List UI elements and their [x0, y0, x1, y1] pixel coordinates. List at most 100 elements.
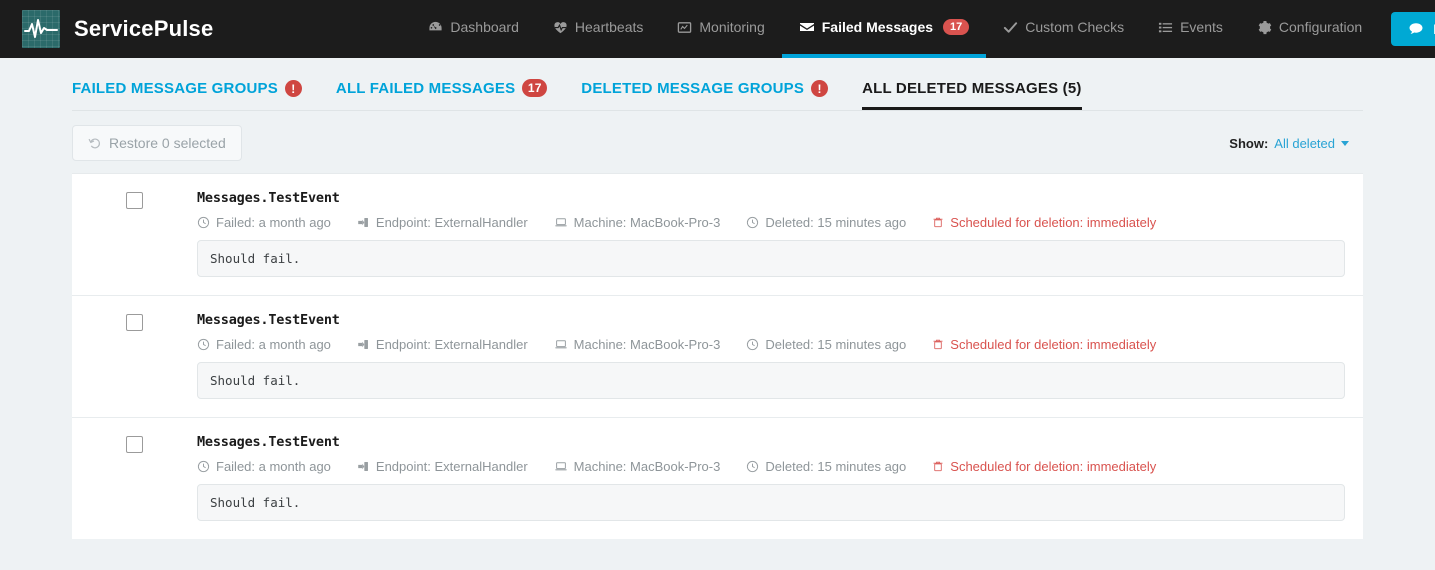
nav-item-heartbeats[interactable]: Heartbeats	[536, 0, 660, 58]
meta-scheduled-deletion: Scheduled for deletion: immediately	[932, 215, 1156, 230]
meta-deleted-text: Deleted: 15 minutes ago	[765, 337, 907, 352]
nav-item-failed-messages[interactable]: Failed Messages 17	[781, 0, 987, 58]
nav-label: Heartbeats	[574, 19, 644, 35]
meta-deleted-text: Deleted: 15 minutes ago	[765, 459, 907, 474]
sub-tab-label: ALL DELETED MESSAGES (5)	[862, 80, 1082, 97]
nav-item-events[interactable]: Events	[1141, 0, 1240, 58]
sub-tab-all-failed-messages[interactable]: ALL FAILED MESSAGES 17	[335, 79, 548, 110]
message-type-title: Messages.TestEvent	[197, 434, 340, 450]
meta-machine-text: Machine: MacBook-Pro-3	[573, 459, 721, 474]
laptop-icon	[554, 338, 568, 351]
nav-label: Failed Messages	[821, 19, 934, 35]
meta-endpoint-text: Endpoint: ExternalHandler	[375, 215, 528, 230]
meta-scheduled-deletion: Scheduled for deletion: immediately	[932, 459, 1156, 474]
show-filter-value: All deleted	[1274, 135, 1335, 151]
heartbeat-icon	[553, 20, 568, 35]
meta-scheduled-text: Scheduled for deletion: immediately	[950, 459, 1157, 474]
row-select-cell	[72, 190, 197, 209]
meta-failed-text: Failed: a month ago	[216, 337, 331, 352]
meta-deleted: Deleted: 15 minutes ago	[746, 459, 906, 474]
chevron-down-icon	[1341, 140, 1349, 146]
nav-item-monitoring[interactable]: Monitoring	[660, 0, 781, 58]
nav-label: Events	[1180, 19, 1223, 35]
row-body: Messages.TestEvent Failed: a month ago E…	[197, 190, 1363, 277]
sub-tab-all-deleted-messages[interactable]: ALL DELETED MESSAGES (5)	[862, 80, 1082, 110]
laptop-icon	[554, 216, 568, 229]
undo-arrow-icon	[88, 136, 102, 150]
laptop-icon	[554, 460, 568, 473]
meta-endpoint: Endpoint: ExternalHandler	[357, 337, 528, 352]
clock-icon	[746, 338, 759, 351]
meta-machine: Machine: MacBook-Pro-3	[554, 215, 721, 230]
endpoint-signin-icon	[357, 338, 370, 351]
alert-badge: !	[811, 80, 829, 97]
clock-icon	[197, 338, 210, 351]
brand-name: ServicePulse	[74, 16, 214, 41]
message-metadata: Failed: a month ago Endpoint: ExternalHa…	[197, 459, 1345, 474]
trash-icon	[932, 338, 944, 351]
sub-tab-failed-message-groups[interactable]: FAILED MESSAGE GROUPS !	[72, 80, 302, 110]
monitor-screen-icon	[677, 20, 692, 35]
row-body: Messages.TestEvent Failed: a month ago E…	[197, 312, 1363, 399]
row-body: Messages.TestEvent Failed: a month ago E…	[197, 434, 1363, 521]
meta-failed-text: Failed: a month ago	[216, 459, 331, 474]
brand[interactable]: ServicePulse	[0, 0, 213, 58]
clock-icon	[746, 460, 759, 473]
meta-machine-text: Machine: MacBook-Pro-3	[573, 337, 721, 352]
nav-label: Dashboard	[450, 19, 519, 35]
alert-badge: !	[284, 80, 302, 97]
feedback-button[interactable]: Feedback	[1391, 12, 1435, 46]
message-type-title: Messages.TestEvent	[197, 190, 340, 206]
clock-icon	[197, 460, 210, 473]
trash-icon	[932, 460, 944, 473]
nav-label: Monitoring	[699, 19, 765, 35]
meta-scheduled-deletion: Scheduled for deletion: immediately	[932, 337, 1156, 352]
error-message-box: Should fail.	[197, 240, 1345, 277]
meta-scheduled-text: Scheduled for deletion: immediately	[950, 215, 1157, 230]
sub-tab-label: FAILED MESSAGE GROUPS	[72, 80, 278, 97]
row-checkbox[interactable]	[126, 436, 143, 453]
meta-failed: Failed: a month ago	[197, 215, 331, 230]
meta-endpoint: Endpoint: ExternalHandler	[357, 215, 528, 230]
message-metadata: Failed: a month ago Endpoint: ExternalHa…	[197, 215, 1345, 230]
meta-deleted: Deleted: 15 minutes ago	[746, 215, 906, 230]
show-filter-dropdown[interactable]: All deleted	[1274, 136, 1349, 151]
meta-failed: Failed: a month ago	[197, 459, 331, 474]
gear-icon	[1257, 20, 1272, 35]
endpoint-signin-icon	[357, 460, 370, 473]
pulse-waveform-icon	[22, 10, 60, 48]
message-type-title: Messages.TestEvent	[197, 312, 340, 328]
sub-tab-label: DELETED MESSAGE GROUPS	[581, 80, 805, 97]
sub-tab-deleted-message-groups[interactable]: DELETED MESSAGE GROUPS !	[581, 80, 829, 110]
show-label: Show:	[1229, 135, 1269, 151]
nav-badge-failed-count: 17	[943, 18, 970, 36]
restore-selected-button[interactable]: Restore 0 selected	[72, 125, 242, 161]
nav-item-custom-checks[interactable]: Custom Checks	[986, 0, 1141, 58]
check-mark-icon	[1003, 20, 1018, 35]
error-message-box: Should fail.	[197, 484, 1345, 521]
nav-item-configuration[interactable]: Configuration	[1240, 0, 1379, 58]
show-filter: Show: All deleted	[1229, 136, 1363, 151]
meta-deleted-text: Deleted: 15 minutes ago	[765, 215, 907, 230]
nav-item-dashboard[interactable]: Dashboard	[411, 0, 536, 58]
nav-label: Configuration	[1278, 19, 1363, 35]
page-content: FAILED MESSAGE GROUPS ! ALL FAILED MESSA…	[0, 58, 1435, 539]
count-badge: 17	[522, 79, 548, 97]
row-checkbox[interactable]	[126, 192, 143, 209]
sub-tabs: FAILED MESSAGE GROUPS ! ALL FAILED MESSA…	[72, 58, 1363, 111]
meta-endpoint-text: Endpoint: ExternalHandler	[375, 337, 528, 352]
sub-tab-label: ALL FAILED MESSAGES	[335, 79, 516, 97]
row-checkbox[interactable]	[126, 314, 143, 331]
top-navigation-bar: ServicePulse Dashboard Heartbeats Monito…	[0, 0, 1435, 58]
comment-bubble-icon	[1408, 21, 1424, 37]
clock-icon	[746, 216, 759, 229]
envelope-icon	[799, 19, 815, 35]
meta-endpoint: Endpoint: ExternalHandler	[357, 459, 528, 474]
meta-machine-text: Machine: MacBook-Pro-3	[573, 215, 721, 230]
table-row[interactable]: Messages.TestEvent Failed: a month ago E…	[72, 296, 1363, 418]
meta-scheduled-text: Scheduled for deletion: immediately	[950, 337, 1157, 352]
list-toolbar: Restore 0 selected Show: All deleted	[72, 111, 1363, 173]
table-row[interactable]: Messages.TestEvent Failed: a month ago E…	[72, 174, 1363, 296]
table-row[interactable]: Messages.TestEvent Failed: a month ago E…	[72, 418, 1363, 539]
meta-endpoint-text: Endpoint: ExternalHandler	[375, 459, 528, 474]
